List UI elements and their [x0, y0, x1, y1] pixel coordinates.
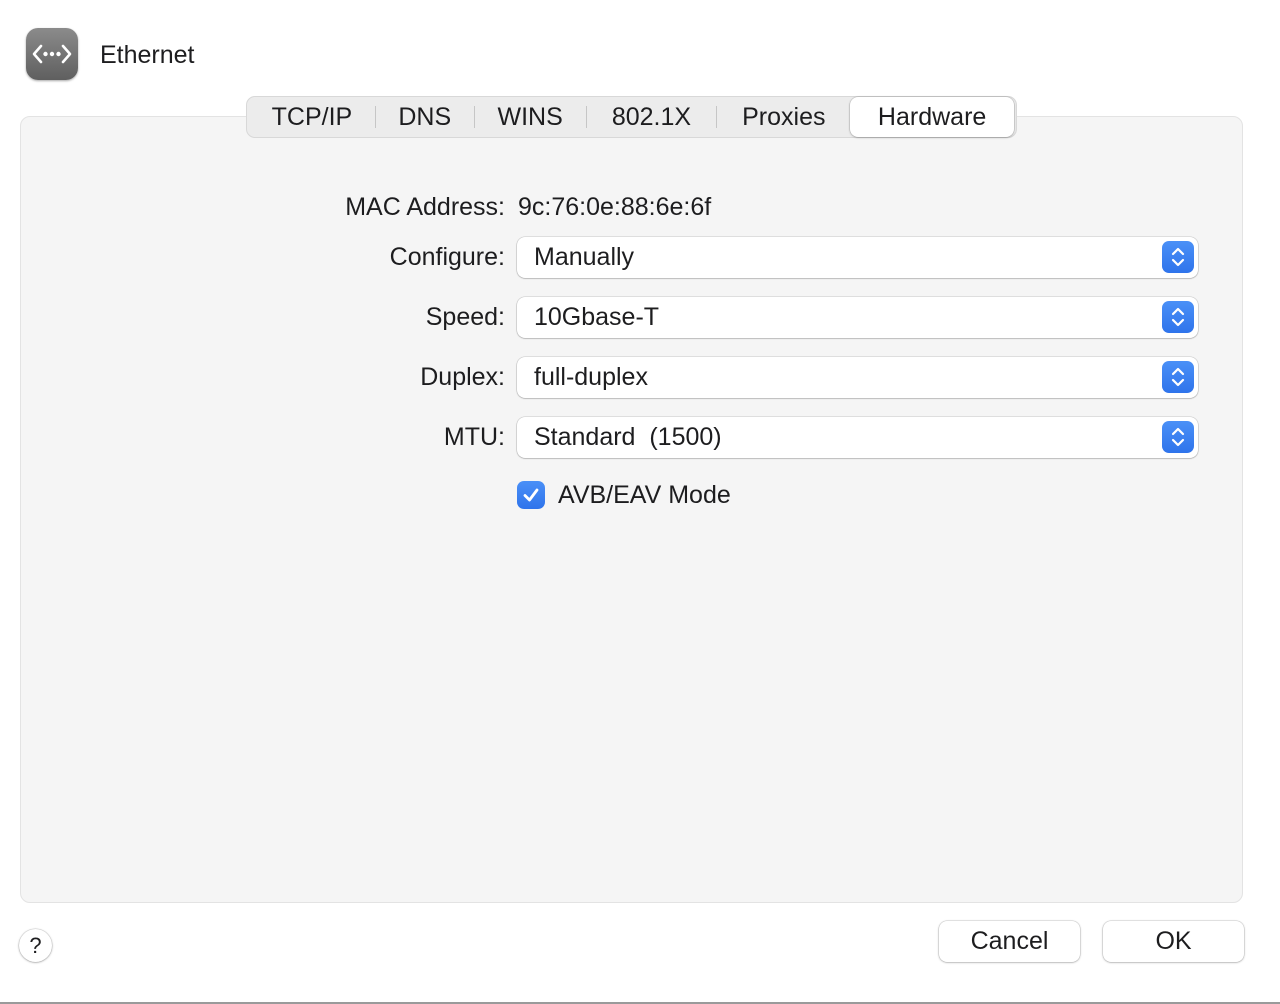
speed-popup[interactable]: 10Gbase-T [517, 297, 1198, 338]
cancel-button[interactable]: Cancel [939, 921, 1080, 962]
tab-dns[interactable]: DNS [376, 97, 474, 137]
duplex-value: full-duplex [534, 363, 648, 391]
mac-address-label: MAC Address: [345, 193, 505, 221]
avb-eav-mode-option[interactable]: AVB/EAV Mode [517, 480, 731, 510]
tab-tcp-ip[interactable]: TCP/IP [249, 97, 375, 137]
configure-value: Manually [534, 243, 635, 271]
tab-bar: TCP/IP DNS WINS 802.1X Proxies Hardware [246, 96, 1017, 138]
duplex-label: Duplex: [420, 363, 505, 391]
tab-proxies[interactable]: Proxies [717, 97, 850, 137]
tab-hardware[interactable]: Hardware [850, 97, 1014, 137]
chevron-up-down-icon [1162, 361, 1194, 393]
speed-label: Speed: [425, 303, 505, 331]
mac-address-value: 9c:76:0e:88:6e:6f [518, 193, 712, 221]
checkmark-icon [523, 488, 539, 502]
ok-button[interactable]: OK [1103, 921, 1244, 962]
tab-wins[interactable]: WINS [475, 97, 586, 137]
mtu-value: Standard (1500) [534, 423, 722, 451]
configure-popup[interactable]: Manually [517, 237, 1198, 278]
avb-eav-mode-label: AVB/EAV Mode [558, 481, 731, 509]
tab-802-1x[interactable]: 802.1X [587, 97, 717, 137]
avb-eav-mode-checkbox[interactable] [517, 481, 545, 509]
network-settings-sheet: Ethernet TCP/IP DNS WINS 802.1X Proxies … [0, 0, 1280, 1004]
chevron-up-down-icon [1162, 421, 1194, 453]
chevron-up-down-icon [1162, 301, 1194, 333]
ethernet-icon [26, 28, 78, 80]
window-title: Ethernet [100, 41, 195, 69]
speed-value: 10Gbase-T [534, 303, 660, 331]
help-button[interactable]: ? [19, 929, 52, 962]
chevron-up-down-icon [1162, 241, 1194, 273]
configure-label: Configure: [389, 243, 505, 271]
mtu-popup[interactable]: Standard (1500) [517, 417, 1198, 458]
duplex-popup[interactable]: full-duplex [517, 357, 1198, 398]
mtu-label: MTU: [443, 423, 505, 451]
